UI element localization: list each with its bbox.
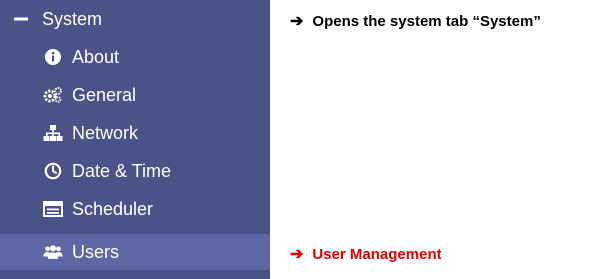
- gears-icon: [43, 85, 63, 105]
- info-circle-icon: [43, 47, 63, 67]
- sidebar-menu: System About General Network Date & Time…: [0, 0, 270, 279]
- sidebar-item-date-time[interactable]: Date & Time: [0, 152, 270, 190]
- annotation-text: User Management: [312, 245, 442, 263]
- annotation-user-management: ➔ User Management: [290, 243, 442, 265]
- sidebar-item-network[interactable]: Network: [0, 114, 270, 152]
- clock-icon: [43, 161, 63, 181]
- calendar-list-icon: [43, 199, 63, 219]
- right-arrow-icon: ➔: [290, 13, 304, 30]
- minus-icon: [14, 9, 28, 29]
- sidebar-item-label: Date & Time: [72, 160, 172, 181]
- sidebar-item-label: About: [72, 46, 120, 67]
- sidebar-item-scheduler[interactable]: Scheduler: [0, 190, 270, 228]
- sidebar-item-label: Scheduler: [72, 198, 154, 219]
- sidebar-item-about[interactable]: About: [0, 38, 270, 76]
- sidebar-item-users[interactable]: Users: [0, 234, 270, 270]
- sidebar-item-label: System: [42, 8, 103, 29]
- sidebar-item-system[interactable]: System: [0, 0, 270, 38]
- annotation-system-tab: ➔ Opens the system tab “System”: [290, 10, 541, 32]
- users-icon: [43, 242, 63, 262]
- sidebar-item-label: General: [72, 84, 137, 105]
- sidebar-item-general[interactable]: General: [0, 76, 270, 114]
- right-arrow-icon: ➔: [290, 246, 304, 263]
- annotation-text: Opens the system tab “System”: [312, 12, 541, 30]
- sitemap-icon: [43, 123, 63, 143]
- sidebar-item-label: Users: [72, 241, 120, 262]
- sidebar-item-label: Network: [72, 122, 139, 143]
